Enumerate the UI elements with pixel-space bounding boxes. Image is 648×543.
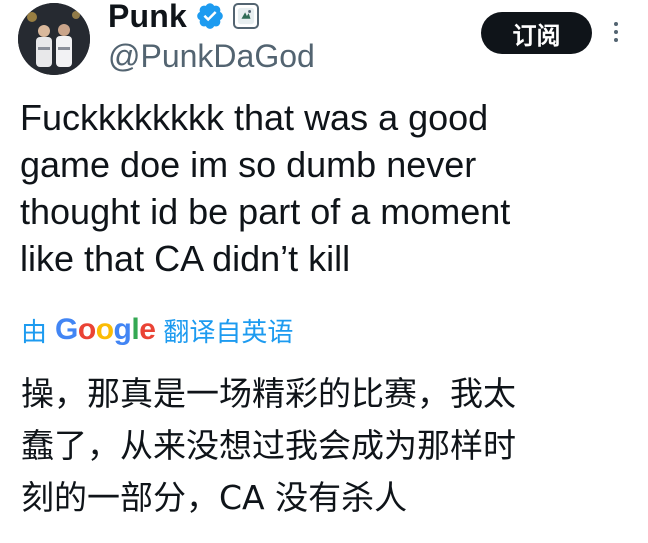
google-logo-letter: o (77, 313, 96, 346)
tweet-text-line: Fuckkkkkkkk that was a good (20, 97, 489, 138)
author-name-row: Punk (108, 0, 260, 38)
google-logo-letter: l (131, 313, 140, 346)
translation-suffix: 翻译自英语 (163, 317, 294, 348)
subscribe-button[interactable]: 订阅 (481, 12, 592, 54)
tweet-text: Fuckkkkkkkk that was a good game doe im … (20, 94, 630, 282)
google-logo-letter: o (95, 313, 114, 346)
user-handle[interactable]: @PunkDaGod (108, 38, 315, 75)
more-options-icon[interactable] (606, 18, 626, 50)
translation-prefix: 由 (21, 317, 48, 348)
google-logo-letter: g (113, 313, 132, 346)
translated-text-line: 蠢了，从来没想过我会成为那样时 (21, 426, 516, 465)
google-logo-letter: e (139, 313, 156, 346)
avatar-image (18, 3, 90, 75)
affiliate-badge-icon[interactable] (233, 3, 260, 29)
tweet-text-line: like that CA didn’t kill (20, 238, 351, 279)
google-logo-letter: G (55, 313, 78, 346)
translated-text-line: 刻的一部分，CA 没有杀人 (21, 478, 408, 517)
avatar[interactable] (18, 3, 90, 75)
translation-attribution-link[interactable]: 由 Google 翻译自英语 (21, 310, 293, 350)
tweet-text-line: thought id be part of a moment (20, 191, 511, 232)
tweet-text-line: game doe im so dumb never (20, 144, 477, 185)
translated-text: 操，那真是一场精彩的比赛，我太 蠢了，从来没想过我会成为那样时 刻的一部分，CA… (21, 368, 631, 524)
translated-text-line: 操，那真是一场精彩的比赛，我太 (21, 374, 516, 413)
verified-badge-icon[interactable] (195, 1, 225, 31)
display-name[interactable]: Punk (108, 0, 187, 35)
google-logo: Google (55, 313, 156, 347)
